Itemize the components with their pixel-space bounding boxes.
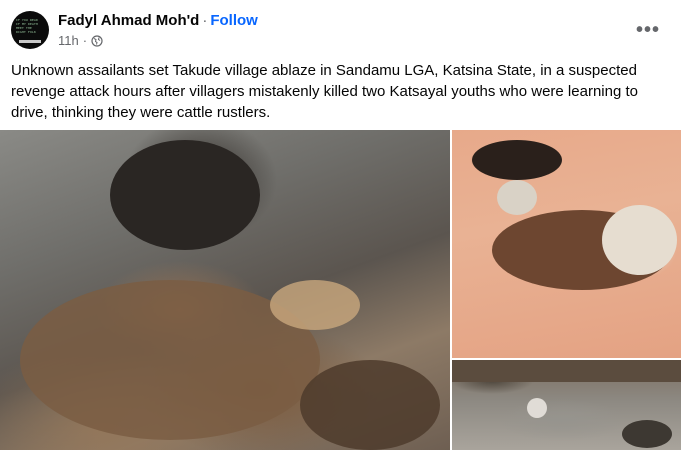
goat-head-shape xyxy=(497,180,537,215)
globe-icon xyxy=(91,34,103,47)
author-name[interactable]: Fadyl Ahmad Moh'd xyxy=(58,12,199,29)
avatar-bar xyxy=(19,40,41,43)
photo-burned-village[interactable] xyxy=(452,360,681,450)
meta-separator: · xyxy=(82,33,88,48)
village-debris-shape xyxy=(622,420,672,448)
cattle-leg-shape xyxy=(300,360,440,450)
village-pot-shape xyxy=(527,398,547,418)
avatar-text: IF YOU READ IF MY DEATH MEET THE RIGHT F… xyxy=(16,18,39,34)
post-time[interactable]: 11h xyxy=(58,33,79,48)
more-options-label: ••• xyxy=(635,18,660,41)
post-text: Unknown assailants set Takude village ab… xyxy=(11,62,638,121)
avatar[interactable]: IF YOU READ IF MY DEATH MEET THE RIGHT F… xyxy=(11,11,49,49)
separator-dot: · xyxy=(202,12,208,29)
village-wall-shape xyxy=(452,360,681,382)
post-header: IF YOU READ IF MY DEATH MEET THE RIGHT F… xyxy=(0,0,681,58)
cattle-burn-shape xyxy=(270,280,360,330)
name-row: Fadyl Ahmad Moh'd · Follow xyxy=(58,12,258,29)
cattle-head-shape xyxy=(110,140,260,250)
follow-button[interactable]: Follow xyxy=(210,12,258,29)
post-meta: 11h · xyxy=(58,33,103,48)
photo-burned-goats[interactable] xyxy=(452,130,681,358)
goat-small-shape xyxy=(472,140,562,180)
more-options-icon[interactable]: ••• xyxy=(630,14,666,46)
photo-burned-cattle[interactable] xyxy=(0,130,450,450)
post-card: IF YOU READ IF MY DEATH MEET THE RIGHT F… xyxy=(0,0,681,450)
goat-fur-shape xyxy=(602,205,677,275)
